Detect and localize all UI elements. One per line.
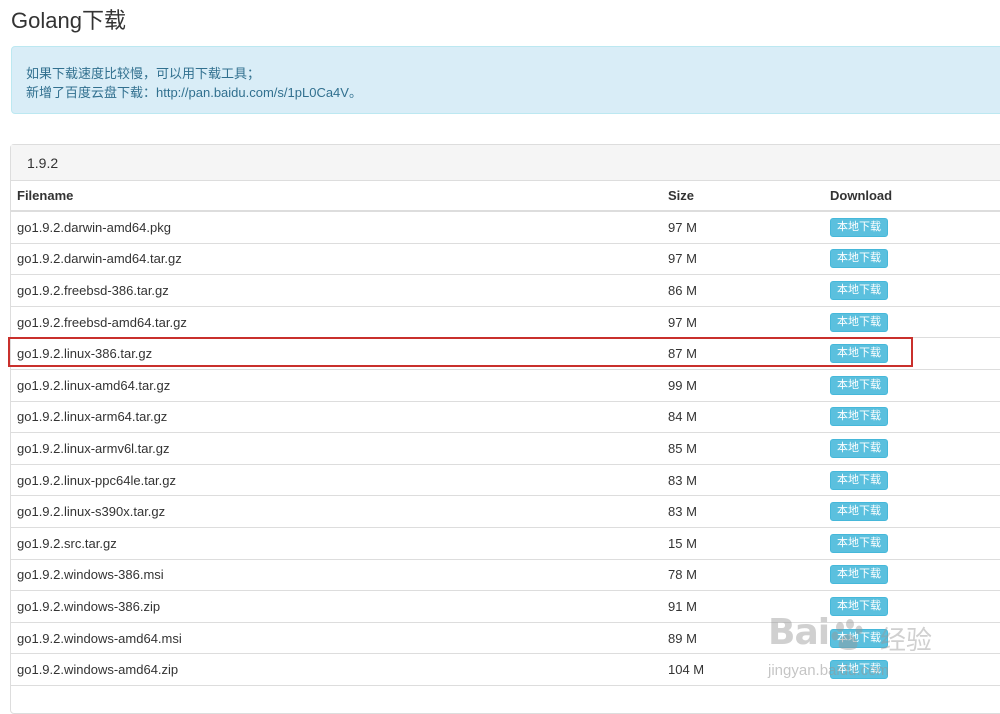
table-row: go1.9.2.linux-s390x.tar.gz 83 M 本地下载: [11, 495, 1000, 528]
size-cell: 97 M: [668, 211, 830, 244]
local-download-button[interactable]: 本地下载: [830, 596, 888, 616]
size-cell: 97 M: [668, 243, 830, 276]
table-row: go1.9.2.windows-386.zip 91 M 本地下载: [11, 590, 1000, 623]
size-cell: 87 M: [668, 337, 830, 370]
table-row: go1.9.2.darwin-amd64.tar.gz 97 M 本地下载: [11, 243, 1000, 276]
filename-cell: go1.9.2.linux-386.tar.gz: [11, 337, 668, 370]
table-body: go1.9.2.darwin-amd64.pkg 97 M 本地下载 go1.9.2.…: [11, 211, 1000, 686]
version-heading: 1.9.2: [11, 145, 1000, 181]
download-cell: 本地下载: [830, 306, 1000, 339]
download-cell: 本地下载: [830, 590, 1000, 623]
local-download-button[interactable]: 本地下载: [830, 502, 888, 522]
size-cell: 99 M: [668, 369, 830, 402]
filename-cell: go1.9.2.linux-armv6l.tar.gz: [11, 432, 668, 465]
local-download-button[interactable]: 本地下载: [830, 470, 888, 490]
local-download-button[interactable]: 本地下载: [830, 344, 888, 364]
table-row: go1.9.2.freebsd-386.tar.gz 86 M 本地下载: [11, 274, 1000, 307]
local-download-button[interactable]: 本地下载: [830, 438, 888, 458]
size-cell: 85 M: [668, 432, 830, 465]
download-cell: 本地下载: [830, 622, 1000, 655]
page-title: Golang下载: [11, 8, 126, 33]
downloads-table: Filename Size Download go1.9.2.darwin-am…: [11, 181, 1000, 686]
table-row: go1.9.2.windows-386.msi 78 M 本地下载: [11, 559, 1000, 592]
local-download-button[interactable]: 本地下载: [830, 533, 888, 553]
download-cell: 本地下载: [830, 274, 1000, 307]
header-filename: Filename: [11, 181, 668, 212]
download-cell: 本地下载: [830, 653, 1000, 686]
size-cell: 89 M: [668, 622, 830, 655]
table-row: go1.9.2.windows-amd64.zip 104 M 本地下载: [11, 653, 1000, 686]
filename-cell: go1.9.2.freebsd-amd64.tar.gz: [11, 306, 668, 339]
size-cell: 15 M: [668, 527, 830, 560]
header-size: Size: [668, 181, 830, 212]
download-cell: 本地下载: [830, 527, 1000, 560]
filename-cell: go1.9.2.freebsd-386.tar.gz: [11, 274, 668, 307]
local-download-button[interactable]: 本地下载: [830, 628, 888, 648]
filename-cell: go1.9.2.windows-386.zip: [11, 590, 668, 623]
table-row: go1.9.2.windows-amd64.msi 89 M 本地下载: [11, 622, 1000, 655]
filename-cell: go1.9.2.windows-amd64.msi: [11, 622, 668, 655]
filename-cell: go1.9.2.linux-ppc64le.tar.gz: [11, 464, 668, 497]
downloads-panel: 1.9.2 Filename Size Download go1.9.2.dar…: [10, 144, 1000, 714]
table-row: go1.9.2.darwin-amd64.pkg 97 M 本地下载: [11, 211, 1000, 244]
size-cell: 78 M: [668, 559, 830, 592]
filename-cell: go1.9.2.linux-arm64.tar.gz: [11, 401, 668, 434]
header-download: Download: [830, 181, 1000, 212]
size-cell: 97 M: [668, 306, 830, 339]
local-download-button[interactable]: 本地下载: [830, 375, 888, 395]
size-cell: 91 M: [668, 590, 830, 623]
filename-cell: go1.9.2.src.tar.gz: [11, 527, 668, 560]
filename-cell: go1.9.2.windows-amd64.zip: [11, 653, 668, 686]
size-cell: 86 M: [668, 274, 830, 307]
download-cell: 本地下载: [830, 369, 1000, 402]
local-download-button[interactable]: 本地下载: [830, 280, 888, 300]
alert-line-baidu-pan: 新增了百度云盘下载：http://pan.baidu.com/s/1pL0Ca4…: [26, 85, 362, 100]
local-download-button[interactable]: 本地下载: [830, 312, 888, 332]
table-row: go1.9.2.src.tar.gz 15 M 本地下载: [11, 527, 1000, 560]
info-alert: 如果下载速度比较慢，可以用下载工具； 新增了百度云盘下载：http://pan.…: [11, 46, 1000, 114]
size-cell: 83 M: [668, 464, 830, 497]
local-download-button[interactable]: 本地下载: [830, 407, 888, 427]
download-cell: 本地下载: [830, 432, 1000, 465]
table-row: go1.9.2.linux-arm64.tar.gz 84 M 本地下载: [11, 401, 1000, 434]
filename-cell: go1.9.2.darwin-amd64.tar.gz: [11, 243, 668, 276]
table-row: go1.9.2.linux-386.tar.gz 87 M 本地下载: [11, 337, 1000, 370]
filename-cell: go1.9.2.darwin-amd64.pkg: [11, 211, 668, 244]
filename-cell: go1.9.2.windows-386.msi: [11, 559, 668, 592]
local-download-button[interactable]: 本地下载: [830, 249, 888, 269]
table-row: go1.9.2.freebsd-amd64.tar.gz 97 M 本地下载: [11, 306, 1000, 339]
download-cell: 本地下载: [830, 464, 1000, 497]
download-cell: 本地下载: [830, 337, 1000, 370]
local-download-button[interactable]: 本地下载: [830, 565, 888, 585]
download-cell: 本地下载: [830, 495, 1000, 528]
table-row: go1.9.2.linux-ppc64le.tar.gz 83 M 本地下载: [11, 464, 1000, 497]
table-row: go1.9.2.linux-amd64.tar.gz 99 M 本地下载: [11, 369, 1000, 402]
local-download-button[interactable]: 本地下载: [830, 660, 888, 680]
local-download-button[interactable]: 本地下载: [830, 217, 888, 237]
filename-cell: go1.9.2.linux-s390x.tar.gz: [11, 495, 668, 528]
alert-line-speed-tip: 如果下载速度比较慢，可以用下载工具；: [26, 66, 261, 81]
download-cell: 本地下载: [830, 401, 1000, 434]
download-cell: 本地下载: [830, 243, 1000, 276]
size-cell: 83 M: [668, 495, 830, 528]
size-cell: 104 M: [668, 653, 830, 686]
download-cell: 本地下载: [830, 211, 1000, 244]
download-cell: 本地下载: [830, 559, 1000, 592]
filename-cell: go1.9.2.linux-amd64.tar.gz: [11, 369, 668, 402]
table-row: go1.9.2.linux-armv6l.tar.gz 85 M 本地下载: [11, 432, 1000, 465]
size-cell: 84 M: [668, 401, 830, 434]
table-header-row: Filename Size Download: [11, 181, 1000, 212]
